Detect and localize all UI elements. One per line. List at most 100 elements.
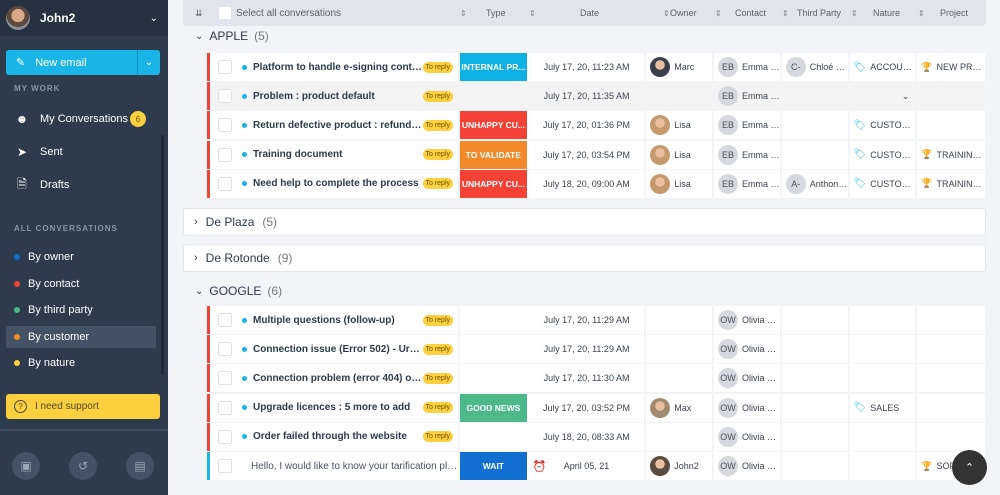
nav-drafts[interactable]: 🗎 Drafts bbox=[6, 174, 156, 196]
conversation-title[interactable]: Multiple questions (follow-up) bbox=[253, 315, 423, 326]
history-icon[interactable]: ↺ bbox=[69, 452, 97, 480]
sort-icon[interactable]: ⇕ bbox=[663, 0, 670, 26]
conversation-title[interactable]: Training document bbox=[253, 149, 423, 160]
support-button[interactable]: ? I need support bbox=[6, 394, 160, 419]
title-cell[interactable]: Order failed through the website To reply bbox=[210, 422, 461, 451]
chevron-right-icon[interactable]: › bbox=[194, 252, 198, 264]
select-all-checkbox[interactable] bbox=[218, 6, 232, 20]
filter-dot-icon bbox=[14, 333, 20, 340]
column-type[interactable]: Type bbox=[486, 0, 506, 26]
owner-avatar bbox=[650, 115, 671, 136]
table-row[interactable]: Multiple questions (follow-up) To reply Ju… bbox=[207, 306, 985, 334]
row-checkbox[interactable] bbox=[218, 313, 232, 327]
table-row[interactable]: Upgrade licences : 5 more to add To reply… bbox=[207, 393, 985, 422]
column-contact[interactable]: Contact bbox=[735, 0, 766, 26]
nav-filter-by-owner[interactable]: By owner bbox=[6, 246, 156, 268]
scroll-to-top-button[interactable]: ⌃ bbox=[952, 450, 987, 485]
row-checkbox[interactable] bbox=[218, 147, 232, 162]
collapse-all-icon[interactable]: ⇊ bbox=[195, 0, 203, 26]
unread-dot-icon bbox=[242, 346, 247, 352]
title-cell[interactable]: Return defective product : refund !!! To … bbox=[210, 111, 461, 140]
row-checkbox[interactable] bbox=[218, 400, 232, 415]
nav-filter-by-third-party[interactable]: By third party bbox=[6, 299, 156, 321]
title-cell[interactable]: Upgrade licences : 5 more to add To reply bbox=[210, 393, 461, 422]
column-nature[interactable]: Nature bbox=[873, 0, 900, 26]
table-row[interactable]: Hello, I would like to know your tarific… bbox=[207, 452, 985, 480]
conversation-title[interactable]: Upgrade licences : 5 more to add bbox=[253, 402, 423, 413]
title-cell[interactable]: Training document To reply bbox=[210, 140, 461, 169]
group-header[interactable]: ⌄ GOOGLE (6) bbox=[195, 284, 282, 298]
nav-sent[interactable]: ➤ Sent bbox=[6, 141, 156, 163]
row-checkbox[interactable] bbox=[218, 371, 232, 386]
section-my-work: MY WORK bbox=[14, 84, 61, 93]
group-header[interactable]: ⌄ APPLE (5) bbox=[195, 29, 269, 43]
column-owner[interactable]: Owner bbox=[670, 0, 697, 26]
conversation-title[interactable]: Connection issue (Error 502) - Urgent!! bbox=[253, 344, 423, 355]
row-checkbox[interactable] bbox=[218, 342, 232, 357]
title-cell[interactable]: Need help to complete the process To repl… bbox=[210, 169, 461, 198]
chevron-right-icon[interactable]: › bbox=[194, 216, 198, 228]
sidebar-scrollbar[interactable] bbox=[161, 135, 164, 375]
row-checkbox[interactable] bbox=[218, 459, 232, 473]
new-email-button[interactable]: ✎ New email ⌄ bbox=[6, 50, 160, 75]
title-cell[interactable]: Platform to handle e-signing contracts To… bbox=[210, 53, 461, 81]
contact-name: Emma Br... bbox=[742, 149, 780, 160]
sort-icon[interactable]: ⇕ bbox=[918, 0, 925, 26]
chevron-down-icon[interactable]: ⌄ bbox=[195, 31, 203, 42]
row-checkbox[interactable] bbox=[218, 118, 232, 133]
row-checkbox[interactable] bbox=[218, 176, 232, 191]
conversation-title[interactable]: Need help to complete the process bbox=[253, 178, 423, 189]
sort-icon[interactable]: ⇕ bbox=[851, 0, 858, 26]
chevron-down-icon[interactable]: ⌄ bbox=[195, 286, 203, 297]
table-row[interactable]: Platform to handle e-signing contracts To… bbox=[207, 53, 985, 81]
column-third-party[interactable]: Third Party bbox=[797, 0, 841, 26]
column-date[interactable]: Date bbox=[580, 0, 599, 26]
group-header-collapsed[interactable]: › De Rotonde (9) bbox=[183, 244, 986, 272]
conversation-title[interactable]: Platform to handle e-signing contracts bbox=[253, 62, 423, 73]
date-cell: July 17, 20, 03:52 PM bbox=[529, 393, 647, 422]
nav-filter-by-customer[interactable]: By customer bbox=[6, 325, 156, 348]
row-checkbox[interactable] bbox=[218, 60, 232, 74]
group-header-collapsed[interactable]: › De Plaza (5) bbox=[183, 208, 986, 236]
row-checkbox[interactable] bbox=[218, 89, 232, 104]
conversation-title[interactable]: Order failed through the website bbox=[253, 431, 423, 442]
user-menu[interactable]: John2 ⌄ bbox=[0, 0, 168, 36]
title-cell[interactable]: Connection issue (Error 502) - Urgent!! T… bbox=[210, 335, 461, 364]
title-cell[interactable]: Multiple questions (follow-up) To reply bbox=[210, 306, 461, 334]
nav-filter-by-nature[interactable]: By nature bbox=[6, 352, 156, 374]
contact-name: Olivia Wil... bbox=[742, 344, 780, 355]
stats-icon[interactable]: ▤ bbox=[126, 452, 154, 480]
conversation-title[interactable]: Problem : product default bbox=[253, 91, 423, 102]
title-cell[interactable]: Connection problem (error 404) on Ipa...… bbox=[210, 364, 461, 393]
chevron-down-icon[interactable]: ⌄ bbox=[150, 13, 158, 24]
sort-icon[interactable]: ⇕ bbox=[529, 0, 536, 26]
conversation-title[interactable]: Connection problem (error 404) on Ipa... bbox=[253, 373, 423, 384]
table-row[interactable]: Connection problem (error 404) on Ipa...… bbox=[207, 364, 985, 393]
title-cell[interactable]: Problem : product default To reply bbox=[210, 82, 461, 111]
table-row[interactable]: Problem : product default To reply July 17… bbox=[207, 82, 985, 111]
select-all[interactable]: Select all conversations bbox=[218, 0, 341, 26]
sort-icon[interactable]: ⇕ bbox=[782, 0, 789, 26]
table-row[interactable]: Need help to complete the process To repl… bbox=[207, 169, 985, 198]
new-email-dropdown[interactable]: ⌄ bbox=[137, 50, 160, 75]
conversation-title[interactable]: Return defective product : refund !!! bbox=[253, 120, 423, 131]
title-cell[interactable]: Hello, I would like to know your tarific… bbox=[210, 452, 461, 480]
group-count: (6) bbox=[267, 284, 283, 298]
nav-my-conversations[interactable]: ☻ My Conversations 6 bbox=[6, 108, 156, 130]
chevron-down-icon[interactable]: ⌄ bbox=[902, 91, 910, 102]
date-text: July 17, 20, 11:30 AM bbox=[543, 373, 630, 384]
filter-dot-icon bbox=[14, 280, 20, 287]
contacts-book-icon[interactable]: ▣ bbox=[12, 452, 40, 480]
nature-cell bbox=[850, 306, 918, 334]
row-checkbox[interactable] bbox=[218, 429, 232, 444]
sort-icon[interactable]: ⇕ bbox=[715, 0, 722, 26]
conversation-title[interactable]: Hello, I would like to know your tarific… bbox=[251, 461, 458, 472]
column-project[interactable]: Project bbox=[940, 0, 968, 26]
table-row[interactable]: Training document To reply TO VALIDATE July… bbox=[207, 140, 985, 169]
alarm-clock-icon[interactable]: ⏰ bbox=[533, 460, 547, 473]
table-row[interactable]: Return defective product : refund !!! To … bbox=[207, 111, 985, 140]
sort-icon[interactable]: ⇕ bbox=[460, 0, 467, 26]
table-row[interactable]: Order failed through the website To reply… bbox=[207, 422, 985, 451]
table-row[interactable]: Connection issue (Error 502) - Urgent!! T… bbox=[207, 335, 985, 364]
nav-filter-by-contact[interactable]: By contact bbox=[6, 273, 156, 295]
